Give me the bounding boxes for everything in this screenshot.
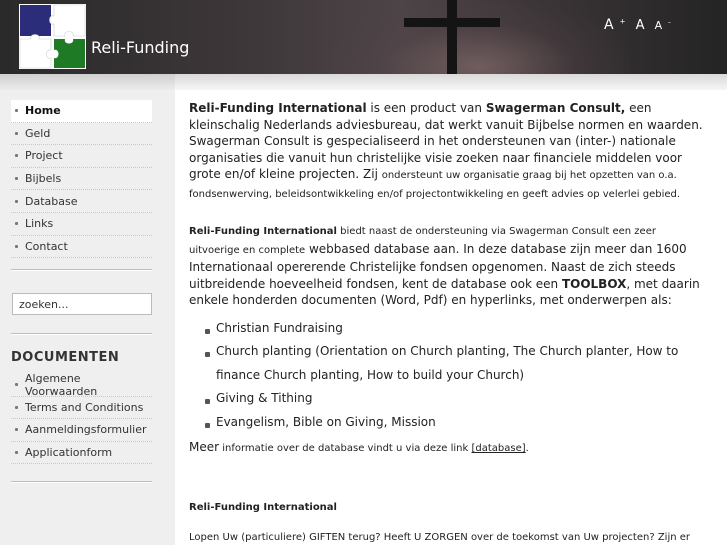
doc-item-aanmeldingsformulier[interactable]: Aanmeldingsformulier bbox=[11, 419, 152, 442]
nav-label: Geld bbox=[25, 126, 51, 140]
font-decrease-button[interactable]: A- bbox=[654, 18, 671, 32]
bullet-icon bbox=[15, 222, 18, 226]
more-small-text: informatie over de database vindt u via … bbox=[219, 443, 472, 454]
nav-item-links[interactable]: Links bbox=[11, 213, 152, 236]
bullet-icon bbox=[15, 131, 18, 135]
sidebar-divider bbox=[11, 269, 152, 271]
doc-item-applicationform[interactable]: Applicationform bbox=[11, 442, 152, 465]
toolbox-label: TOOLBOX bbox=[561, 276, 627, 291]
main-content: Reli-Funding International is een produc… bbox=[189, 100, 709, 547]
section-heading: Reli-Funding International bbox=[189, 500, 709, 517]
bullet-icon bbox=[205, 328, 210, 334]
consultancy-name: Swagerman Consult, bbox=[485, 101, 626, 115]
nav-label: Project bbox=[25, 149, 63, 163]
nav-item-home[interactable]: Home bbox=[11, 100, 152, 123]
nav-label: Bijbels bbox=[25, 172, 62, 186]
sidebar: Home Geld Project Bijbels Database Links… bbox=[0, 90, 175, 545]
intro-text: is een product van bbox=[366, 101, 486, 115]
nav-label: Home bbox=[25, 104, 61, 118]
nav-label: Contact bbox=[25, 239, 68, 253]
bullet-icon bbox=[15, 177, 18, 181]
doc-label: Terms and Conditions bbox=[25, 400, 144, 414]
main-nav: Home Geld Project Bijbels Database Links… bbox=[11, 100, 152, 259]
nav-label: Database bbox=[25, 194, 78, 208]
list-item-text: Evangelism, Bible on Giving, Mission bbox=[216, 414, 436, 429]
list-item-text: Giving & Tithing bbox=[216, 391, 313, 405]
cross-image-vertical bbox=[447, 0, 457, 74]
font-size-tools: A + A A- bbox=[604, 17, 677, 33]
content-shadow-band bbox=[175, 74, 727, 90]
documents-list: Algemene Voorwaarden Terms and Condition… bbox=[11, 371, 152, 465]
bullet-icon bbox=[15, 383, 18, 387]
nav-item-contact[interactable]: Contact bbox=[11, 236, 152, 259]
font-increase-label: A bbox=[604, 17, 614, 33]
brand-name: Reli-Funding International bbox=[189, 101, 367, 115]
cross-image-horizontal bbox=[404, 18, 500, 27]
font-increase-sup: + bbox=[619, 17, 626, 26]
nav-item-bijbels[interactable]: Bijbels bbox=[11, 168, 152, 191]
intro-paragraph: Reli-Funding International is een produc… bbox=[189, 100, 709, 203]
font-decrease-sup: - bbox=[668, 18, 671, 27]
list-item: Christian Fundraising bbox=[205, 317, 709, 341]
nav-label: Links bbox=[25, 217, 54, 231]
doc-label: Aanmeldingsformulier bbox=[25, 423, 147, 437]
section-heading-text: Reli-Funding International bbox=[189, 501, 337, 513]
list-item-text: Church planting (Orientation on Church p… bbox=[216, 344, 679, 382]
sidebar-divider bbox=[11, 333, 152, 335]
bullet-icon bbox=[15, 199, 18, 203]
documents-heading: DOCUMENTEN bbox=[11, 350, 120, 365]
bullet-icon bbox=[15, 405, 18, 409]
nav-item-geld[interactable]: Geld bbox=[11, 123, 152, 146]
list-item-text: Christian Fundraising bbox=[216, 320, 343, 335]
doc-label: Applicationform bbox=[25, 446, 113, 460]
database-link[interactable]: [database] bbox=[471, 443, 525, 454]
bullet-icon bbox=[15, 154, 18, 158]
doc-item-terms-and-conditions[interactable]: Terms and Conditions bbox=[11, 397, 152, 420]
nav-item-database[interactable]: Database bbox=[11, 190, 152, 213]
bullet-icon bbox=[15, 109, 18, 113]
database-paragraph: Reli-Funding International biedt naast d… bbox=[189, 222, 709, 309]
topic-list: Christian Fundraising Church planting (O… bbox=[189, 317, 709, 435]
nav-item-project[interactable]: Project bbox=[11, 145, 152, 168]
bullet-icon bbox=[205, 422, 210, 428]
bullet-icon bbox=[15, 428, 18, 432]
list-item: Church planting (Orientation on Church p… bbox=[205, 340, 709, 387]
gifts-paragraph: Lopen Uw (particuliere) GIFTEN terug? He… bbox=[189, 532, 691, 543]
doc-item-algemene-voorwaarden[interactable]: Algemene Voorwaarden bbox=[11, 371, 152, 398]
list-item: Evangelism, Bible on Giving, Mission bbox=[205, 411, 709, 435]
site-name[interactable]: Reli-Funding bbox=[91, 38, 189, 57]
more-period: . bbox=[525, 443, 529, 454]
bullet-icon bbox=[205, 352, 210, 357]
brand-name: Reli-Funding International bbox=[189, 226, 337, 237]
font-decrease-label: A bbox=[654, 19, 663, 32]
list-item: Giving & Tithing bbox=[205, 387, 709, 411]
bullet-icon bbox=[15, 244, 18, 248]
sidebar-divider bbox=[11, 481, 152, 483]
search-input[interactable] bbox=[12, 293, 152, 315]
bullet-icon bbox=[205, 399, 210, 404]
header: Reli-Funding A + A A- bbox=[0, 0, 727, 74]
doc-label: Algemene Voorwaarden bbox=[25, 371, 98, 398]
bullet-icon bbox=[15, 451, 18, 455]
sunset-glow bbox=[330, 0, 630, 74]
more-info-paragraph: Meer informatie over de database vindt u… bbox=[189, 439, 709, 458]
puzzle-logo-icon[interactable] bbox=[19, 4, 86, 69]
font-normal-button[interactable]: A bbox=[636, 18, 645, 33]
font-increase-button[interactable]: A + bbox=[604, 17, 625, 33]
more-text: Meer bbox=[189, 440, 220, 454]
